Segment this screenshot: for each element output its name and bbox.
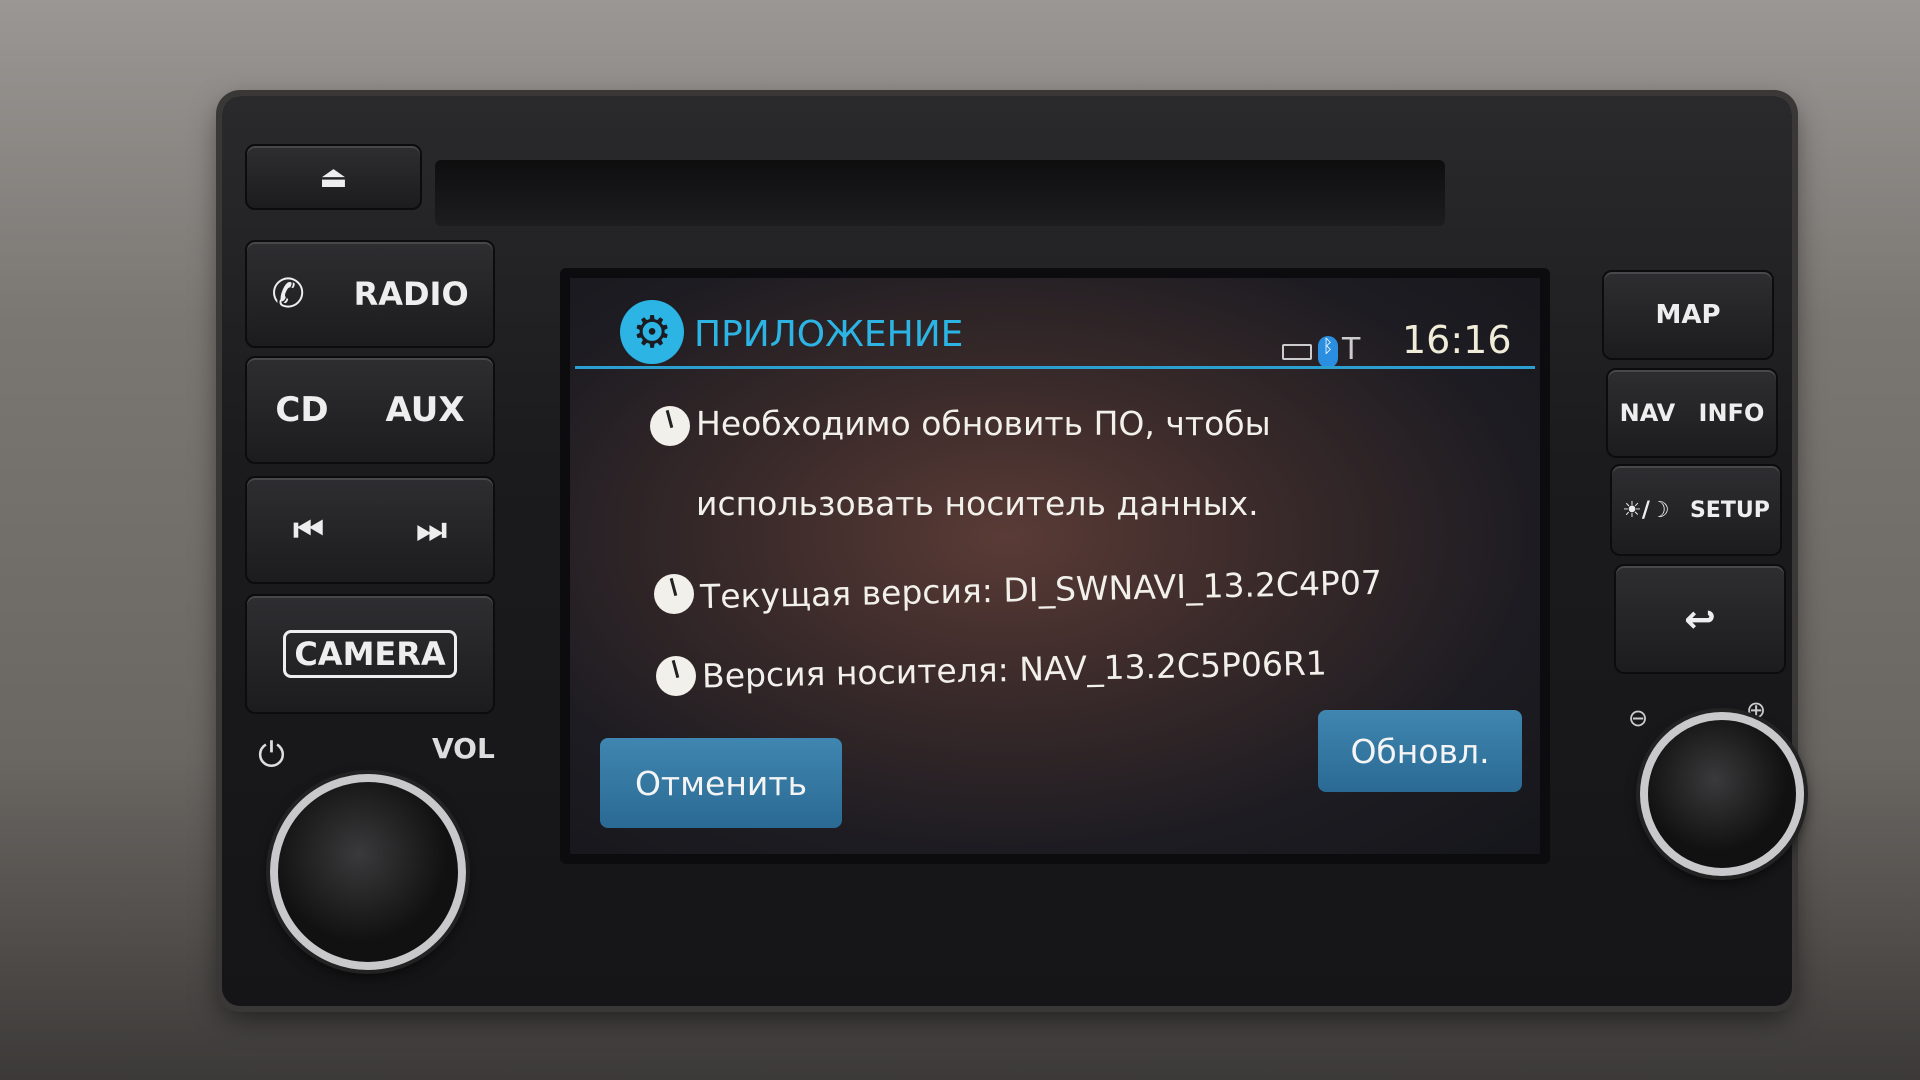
aux-label[interactable]: AUX xyxy=(385,390,464,430)
signal-icon: T xyxy=(1342,332,1361,367)
nav-label[interactable]: NAV xyxy=(1620,399,1676,427)
battery-icon xyxy=(1282,344,1312,360)
clock-icon xyxy=(656,656,696,696)
gear-icon: ⚙ xyxy=(620,300,684,364)
brightness-icon[interactable]: ☀/☽ xyxy=(1622,498,1669,523)
setup-label[interactable]: SETUP xyxy=(1690,498,1770,523)
header-divider xyxy=(575,366,1535,369)
message-line: использовать носитель данных. xyxy=(696,484,1259,523)
current-version: Текущая версия: DI_SWNAVI_13.2C4P07 xyxy=(699,562,1383,617)
camera-label: CAMERA xyxy=(283,630,457,678)
next-track-icon[interactable]: ⏭ xyxy=(416,510,447,550)
radio-button[interactable]: ✆ RADIO xyxy=(245,240,495,348)
media-version: Версия носителя: NAV_13.2C5P06R1 xyxy=(701,643,1328,696)
back-button[interactable]: ↩ xyxy=(1614,564,1786,674)
map-label: MAP xyxy=(1655,300,1721,330)
bluetooth-icon: ᛒ xyxy=(1318,336,1338,368)
prev-track-icon[interactable]: ⏮ xyxy=(293,510,324,550)
zoom-out-icon: ⊖ xyxy=(1628,704,1649,732)
map-button[interactable]: MAP xyxy=(1602,270,1774,360)
eject-icon: ⏏ xyxy=(319,159,348,195)
tune-knob[interactable] xyxy=(1640,712,1804,876)
cd-aux-button[interactable]: CD AUX xyxy=(245,356,495,464)
display-screen: ⚙ ПРИЛОЖЕНИЕ ᛒ T 16:16 Необходимо обнови… xyxy=(560,268,1550,864)
power-icon[interactable]: ⏻ xyxy=(258,735,285,775)
back-icon: ↩ xyxy=(1684,597,1716,641)
nav-info-button[interactable]: NAV INFO xyxy=(1606,368,1778,458)
screen-title: ПРИЛОЖЕНИЕ xyxy=(694,314,964,355)
eject-button[interactable]: ⏏ xyxy=(245,144,422,210)
cd-slot xyxy=(435,160,1445,226)
cancel-button[interactable]: Отменить xyxy=(600,738,842,828)
setup-button[interactable]: ☀/☽ SETUP xyxy=(1610,464,1782,556)
info-label[interactable]: INFO xyxy=(1699,399,1765,427)
phone-icon: ✆ xyxy=(271,271,305,317)
clock-time: 16:16 xyxy=(1402,318,1512,362)
vol-label: VOL xyxy=(432,732,495,765)
update-button[interactable]: Обновл. xyxy=(1318,710,1522,792)
volume-knob[interactable] xyxy=(270,774,466,970)
message-line: Необходимо обновить ПО, чтобы xyxy=(696,404,1271,443)
cd-label[interactable]: CD xyxy=(275,390,328,430)
clock-icon xyxy=(654,574,694,614)
camera-button[interactable]: CAMERA xyxy=(245,594,495,714)
clock-icon xyxy=(650,406,690,446)
track-buttons: ⏮ ⏭ xyxy=(245,476,495,584)
radio-label: RADIO xyxy=(353,275,469,313)
